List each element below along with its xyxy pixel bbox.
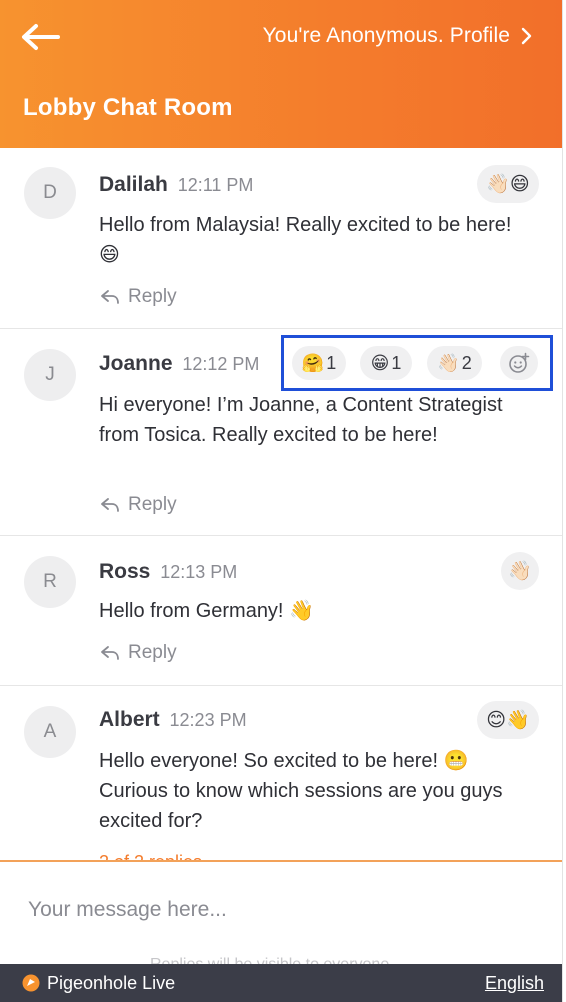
reaction-summary[interactable]: 👋🏻 [501,552,539,590]
footer: Pigeonhole Live English [0,964,562,1002]
avatar: R [24,556,76,608]
brand: Pigeonhole Live [22,973,175,994]
avatar: J [24,349,76,401]
language-link[interactable]: English [485,973,544,994]
reply-label: Reply [128,642,177,663]
composer: Replies will be visible to everyone [0,860,562,966]
chevron-right-icon [521,27,532,45]
author-name: Ross [99,560,151,583]
reaction-summary[interactable]: 👋🏻😄 [477,165,539,203]
pigeonhole-logo-icon [22,974,40,992]
message-text: Hello from Germany! 👋 [99,600,314,622]
arrow-left-icon [22,24,60,50]
author-line: Albert 12:23 PM [99,708,247,732]
reply-label: Reply [128,286,177,307]
author-line: Ross 12:13 PM [99,560,237,584]
reply-button[interactable]: Reply [100,494,177,516]
avatar: D [24,167,76,219]
reply-label: Reply [128,494,177,515]
message-input[interactable] [28,898,528,922]
message-item: D Dalilah 12:11 PM 👋🏻😄 Hello from Malays… [0,148,562,329]
timestamp: 12:13 PM [160,562,238,582]
profile-link[interactable]: You're Anonymous. Profile [263,24,532,48]
author-line: Dalilah 12:11 PM [99,173,253,197]
author-name: Dalilah [99,173,168,196]
avatar: A [24,706,76,758]
profile-text: You're Anonymous. Profile [262,24,510,47]
message-text: Hello everyone! So excited to be here! 😬… [99,750,503,832]
message-text: Hello from Malaysia! Really excited to b… [99,214,512,266]
brand-name: Pigeonhole Live [47,972,176,993]
timestamp: 12:11 PM [177,175,254,195]
reply-button[interactable]: Reply [100,286,177,308]
room-title: Lobby Chat Room [23,94,233,121]
reaction-summary[interactable]: 😊👋 [477,701,539,739]
author-line: Joanne 12:12 PM [99,352,259,376]
message-item: R Ross 12:13 PM 👋🏻 Hello from Germany! 👋… [0,536,562,686]
chat-app: You're Anonymous. Profile Lobby Chat Roo… [0,0,563,1002]
author-name: Joanne [99,352,173,375]
message-item: A Albert 12:23 PM 😊👋 Hello everyone! So … [0,686,562,860]
reply-icon [101,290,119,304]
timestamp: 12:23 PM [169,710,247,730]
author-name: Albert [99,708,160,731]
header: You're Anonymous. Profile Lobby Chat Roo… [0,0,562,148]
reply-icon [101,498,119,512]
reply-button[interactable]: Reply [100,642,177,664]
message-text: Hi everyone! I’m Joanne, a Content Strat… [99,394,503,446]
timestamp: 12:12 PM [182,354,260,374]
reply-icon [101,646,119,660]
highlight-box [281,335,553,391]
back-button[interactable] [18,20,62,54]
message-feed[interactable]: D Dalilah 12:11 PM 👋🏻😄 Hello from Malays… [0,148,562,860]
